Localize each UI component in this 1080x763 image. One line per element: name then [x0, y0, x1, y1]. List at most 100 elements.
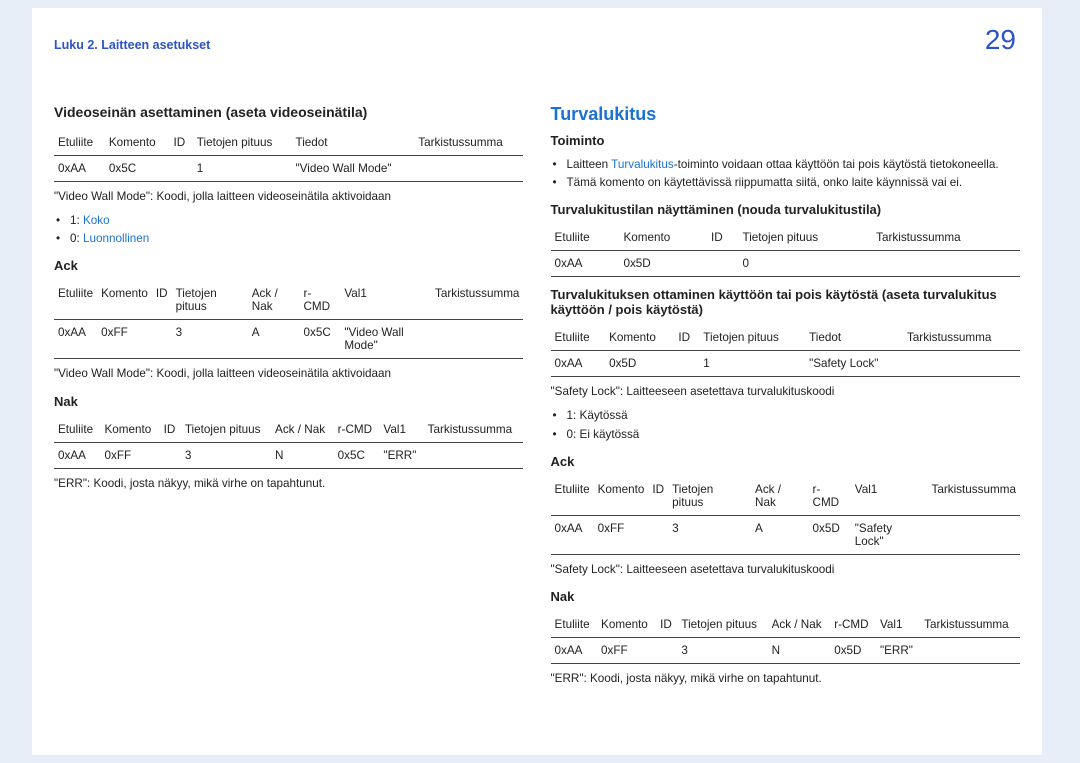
code-prefix: 0: — [70, 232, 83, 245]
td: 0x5D — [809, 515, 851, 554]
th: Komento — [605, 325, 674, 351]
th: Etuliite — [551, 477, 594, 516]
code-prefix: 1: — [70, 214, 83, 227]
right-note-set: "Safety Lock": Laitteeseen asetettava tu… — [551, 383, 1020, 401]
td: N — [768, 637, 831, 663]
td: 3 — [172, 320, 248, 359]
td — [656, 637, 677, 663]
th: Tietojen pituus — [677, 612, 767, 638]
th: Val1 — [851, 477, 928, 516]
th: Etuliite — [551, 225, 620, 251]
td: "Video Wall Mode" — [291, 156, 414, 182]
th: Tiedot — [805, 325, 903, 351]
th: Etuliite — [54, 130, 105, 156]
th: Komento — [594, 477, 649, 516]
left-nak-table: Etuliite Komento ID Tietojen pituus Ack … — [54, 417, 523, 469]
td: 0xAA — [551, 515, 594, 554]
td — [872, 251, 1020, 277]
td: 0xAA — [551, 251, 620, 277]
list-item: Laitteen Turvalukitus-toiminto voidaan o… — [551, 156, 1020, 174]
td: 0x5C — [105, 156, 170, 182]
td: "Video Wall Mode" — [340, 320, 431, 359]
td: 3 — [181, 442, 271, 468]
chapter-title: Luku 2. Laitteen asetukset — [54, 38, 210, 52]
left-codes-list: 1: Koko 0: Luonnollinen — [54, 212, 523, 248]
page: 29 Luku 2. Laitteen asetukset Videoseinä… — [32, 8, 1042, 755]
td: "Safety Lock" — [851, 515, 928, 554]
text: Laitteen — [567, 158, 612, 171]
th: ID — [648, 477, 668, 516]
th: Tietojen pituus — [172, 281, 248, 320]
text: Tämä komento on käytettävissä riippumatt… — [567, 176, 963, 189]
td: 0x5D — [830, 637, 876, 663]
td: 0x5C — [334, 442, 380, 468]
td: 3 — [668, 515, 751, 554]
code-value-link: Luonnollinen — [83, 232, 149, 245]
right-view-table: Etuliite Komento ID Tietojen pituus Tark… — [551, 225, 1020, 277]
th: Tietojen pituus — [193, 130, 292, 156]
right-nak-heading: Nak — [551, 589, 1020, 604]
page-number: 29 — [985, 24, 1016, 56]
right-ack-heading: Ack — [551, 454, 1020, 469]
td: 0xFF — [597, 637, 656, 663]
td: 0 — [739, 251, 873, 277]
th: Komento — [619, 225, 707, 251]
td: 0xAA — [54, 156, 105, 182]
right-function-heading: Toiminto — [551, 133, 1020, 148]
th: Ack / Nak — [751, 477, 808, 516]
td — [170, 156, 193, 182]
right-view-heading: Turvalukitustilan näyttäminen (nouda tur… — [551, 202, 1020, 217]
code-value-link: Koko — [83, 214, 110, 227]
th: Tarkistussumma — [903, 325, 1020, 351]
td: 0x5D — [619, 251, 707, 277]
left-heading: Videoseinän asettaminen (aseta videosein… — [54, 104, 523, 120]
left-note-1: "Video Wall Mode": Koodi, jolla laitteen… — [54, 188, 523, 206]
th: Komento — [597, 612, 656, 638]
td: 0xAA — [54, 320, 97, 359]
th: Tietojen pituus — [699, 325, 805, 351]
left-note-nak: "ERR": Koodi, josta näkyy, mikä virhe on… — [54, 475, 523, 493]
th: ID — [656, 612, 677, 638]
right-codes-list: 1: Käytössä 0: Ei käytössä — [551, 407, 1020, 443]
th: ID — [152, 281, 172, 320]
th: ID — [707, 225, 738, 251]
th: Ack / Nak — [248, 281, 300, 320]
td: "ERR" — [876, 637, 920, 663]
th: Komento — [105, 130, 170, 156]
th: r-CMD — [299, 281, 340, 320]
td — [424, 442, 524, 468]
td — [903, 351, 1020, 377]
td: N — [271, 442, 334, 468]
td: 3 — [677, 637, 767, 663]
th: Tietojen pituus — [181, 417, 271, 443]
th: Etuliite — [54, 417, 101, 443]
left-set-table: Etuliite Komento ID Tietojen pituus Tied… — [54, 130, 523, 182]
right-nak-table: Etuliite Komento ID Tietojen pituus Ack … — [551, 612, 1020, 664]
td: 0xAA — [551, 637, 598, 663]
th: Val1 — [340, 281, 431, 320]
right-note-ack: "Safety Lock": Laitteeseen asetettava tu… — [551, 561, 1020, 579]
td: 0xFF — [101, 442, 160, 468]
list-item: 1: Käytössä — [551, 407, 1020, 425]
right-set-heading: Turvalukituksen ottaminen käyttöön tai p… — [551, 287, 1020, 317]
td: "Safety Lock" — [805, 351, 903, 377]
th: Tarkistussumma — [872, 225, 1020, 251]
left-nak-heading: Nak — [54, 394, 523, 409]
list-item: 0: Luonnollinen — [54, 230, 523, 248]
right-section-title: Turvalukitus — [551, 104, 1020, 125]
right-ack-table: Etuliite Komento ID Tietojen pituus Ack … — [551, 477, 1020, 555]
td — [160, 442, 181, 468]
td — [431, 320, 523, 359]
th: Tarkistussumma — [928, 477, 1020, 516]
right-column: Turvalukitus Toiminto Laitteen Turvaluki… — [551, 104, 1020, 755]
td — [920, 637, 1020, 663]
th: Tietojen pituus — [739, 225, 873, 251]
th: Komento — [101, 417, 160, 443]
function-bullets: Laitteen Turvalukitus-toiminto voidaan o… — [551, 156, 1020, 192]
td — [648, 515, 668, 554]
td: 1 — [193, 156, 292, 182]
th: Tarkistussumma — [424, 417, 524, 443]
td: "ERR" — [379, 442, 423, 468]
th: r-CMD — [809, 477, 851, 516]
left-column: Videoseinän asettaminen (aseta videosein… — [54, 104, 523, 755]
